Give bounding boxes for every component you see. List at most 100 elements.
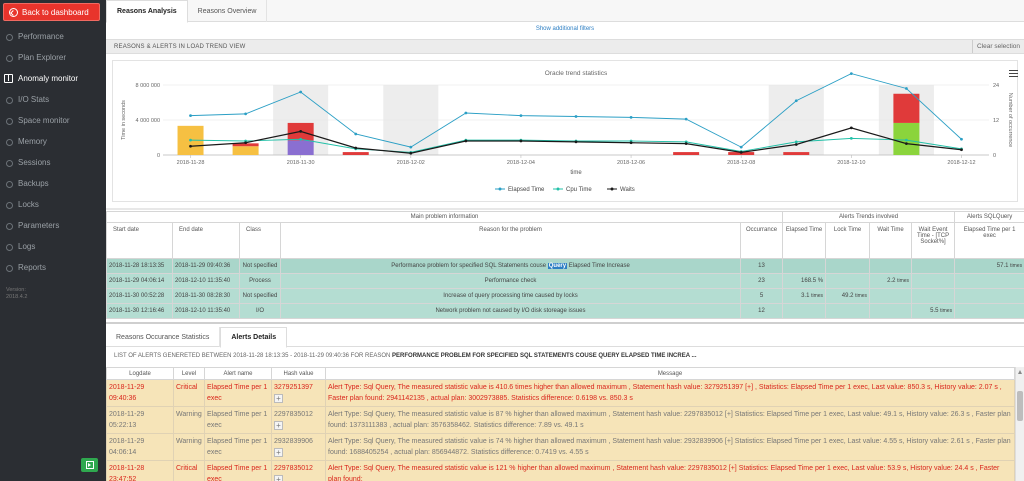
alerts-table: Logdate Level Alert name Hash value Message …: [106, 367, 1015, 481]
sidebar-item-memory[interactable]: Memory: [0, 131, 106, 151]
alert-row[interactable]: 2018-11-29 05:22:13 Warning Elapsed Time p…: [106, 406, 1015, 434]
occurrance-cell-value: 23: [758, 278, 765, 284]
chart-menu-icon[interactable]: [1009, 70, 1018, 77]
reason-row[interactable]: 2018-11-30 00:52:28 2018-11-30 08:28:30 No…: [106, 288, 1024, 304]
sidebar-item-i-o-stats[interactable]: I/O Stats: [0, 89, 106, 109]
play-icon: [85, 461, 94, 469]
lock-time-cell: [825, 303, 871, 319]
sidebar-item-space-monitor[interactable]: Space monitor: [0, 110, 106, 130]
elapsed-time-cell: [782, 258, 827, 274]
column-header-start-date[interactable]: Start date: [106, 222, 173, 259]
tab-reasons-overview[interactable]: Reasons Overview: [188, 0, 268, 22]
scrollbar-thumb[interactable]: [1017, 391, 1023, 421]
reason-highlight: Query: [547, 263, 568, 269]
y-axis-label-right: Number of occurrence: [1007, 93, 1013, 147]
alert-row[interactable]: 2018-11-28 23:47:52 Critical Elapsed Time …: [106, 460, 1015, 481]
elapsed-per-exec-cell-unit: times: [1010, 263, 1023, 269]
sidebar-item-backups[interactable]: Backups: [0, 173, 106, 193]
reason-row[interactable]: 2018-11-30 12:16:46 2018-12-10 11:35:40 I/…: [106, 303, 1024, 319]
column-header-elapsed-time[interactable]: Elapsed Time: [782, 222, 827, 259]
stacked-bar-segment: [287, 140, 314, 155]
y-tick-label-right: 24: [993, 83, 999, 89]
back-to-dashboard-button[interactable]: Back to dashboard: [3, 3, 100, 21]
class-cell: Not specified: [239, 288, 281, 304]
expand-plus-icon[interactable]: +: [274, 447, 283, 457]
alerts-title-prefix: LIST OF ALERTS GENERETED BETWEEN 2018-11…: [114, 353, 391, 359]
y-tick-label-left: 8 000 000: [136, 83, 160, 89]
column-header-message[interactable]: Message: [325, 367, 1015, 380]
column-header-class[interactable]: Class: [239, 222, 281, 259]
wait-time-cell-value: 2.2: [887, 278, 896, 284]
column-header-occurrance[interactable]: Occurrance: [739, 222, 784, 259]
column-header-level[interactable]: Level: [173, 367, 205, 380]
legend-label: Elapsed Time: [508, 187, 545, 193]
tab-alerts-details[interactable]: Alerts Details: [220, 327, 288, 348]
legend-swatch-dot: [610, 187, 614, 191]
sidebar-item-label: Anomaly monitor: [18, 73, 79, 83]
reason-row[interactable]: 2018-11-28 18:13:35 2018-11-29 09:40:36 No…: [106, 258, 1024, 274]
column-header-reason[interactable]: Reason for the problem: [280, 222, 741, 259]
message-cell: Alert Type: Sql Query, The measured stat…: [325, 406, 1015, 434]
column-header-alert-name[interactable]: Alert name: [204, 367, 272, 380]
sidebar-item-plan-explorer[interactable]: Plan Explorer: [0, 47, 106, 67]
group-header-sql: Alerts SQLQuery: [954, 211, 1024, 223]
start-date-cell: 2018-11-29 04:06:14: [106, 273, 173, 289]
hash-value-text: 3279251397: [274, 384, 313, 391]
sidebar-item-logs[interactable]: Logs: [0, 236, 106, 256]
series-point: [189, 114, 192, 118]
column-header-end-date[interactable]: End date: [172, 222, 240, 259]
series-point: [849, 136, 853, 140]
sidebar-item-reports[interactable]: Reports: [0, 257, 106, 277]
message-cell: Alert Type: Sql Query, The measured stat…: [325, 433, 1015, 461]
expand-plus-icon[interactable]: +: [274, 474, 283, 481]
panel-divider[interactable]: [106, 322, 1024, 324]
series-point: [905, 87, 908, 90]
series-point: [299, 90, 303, 94]
sidebar-item-sessions[interactable]: Sessions: [0, 152, 106, 172]
sidebar-item-anomaly-monitor[interactable]: Anomaly monitor: [0, 68, 106, 88]
scroll-up-arrow-icon[interactable]: [1018, 370, 1022, 374]
class-cell-value: Not specified: [242, 263, 278, 269]
column-header-elapsed-per-exec[interactable]: Elapsed Time per 1 exec: [954, 222, 1024, 259]
sidebar-item-label: I/O Stats: [18, 94, 50, 104]
alerts-title: LIST OF ALERTS GENERETED BETWEEN 2018-11…: [114, 353, 697, 359]
column-header-logdate[interactable]: Logdate: [106, 367, 174, 380]
column-header-lock-time[interactable]: Lock Time: [825, 222, 871, 259]
sidebar-item-performance[interactable]: Performance: [0, 26, 106, 46]
series-point: [519, 139, 523, 143]
sidebar-item-label: Reports: [18, 262, 47, 272]
circle-icon: [4, 53, 13, 62]
expand-plus-icon[interactable]: +: [274, 420, 283, 430]
message-cell: Alert Type: Sql Query, The measured stat…: [325, 379, 1015, 407]
sidebar-item-label: Plan Explorer: [18, 52, 67, 62]
sidebar-item-locks[interactable]: Locks: [0, 194, 106, 214]
class-cell: Process: [239, 273, 281, 289]
column-header-hash-value[interactable]: Hash value: [271, 367, 326, 380]
trend-chart: 0 4 000 000 8 000 000 0 12 24 Oracle trend sta…: [112, 60, 1018, 202]
series-point: [684, 142, 688, 146]
expand-plus-icon[interactable]: +: [274, 393, 283, 403]
sidebar-item-parameters[interactable]: Parameters: [0, 215, 106, 235]
column-header-wait-time[interactable]: Wait Time: [869, 222, 913, 259]
reason-row[interactable]: 2018-11-29 04:06:14 2018-12-10 11:35:40 Pr…: [106, 273, 1024, 289]
reason-cell: Increase of query processing time caused…: [280, 288, 741, 304]
launch-button[interactable]: [81, 458, 98, 472]
column-header-wait-event-time[interactable]: Wait Event Time - [TCP Socket%]: [911, 222, 956, 259]
tab-reasons-analysis[interactable]: Reasons Analysis: [106, 0, 188, 23]
x-tick-label: 2018-12-10: [837, 160, 865, 166]
alert-row[interactable]: 2018-11-29 04:06:14 Warning Elapsed Time p…: [106, 433, 1015, 461]
clear-selection-button[interactable]: Clear selection: [972, 40, 1024, 53]
tab-reasons-occurance-statistics[interactable]: Reasons Occurance Statistics: [106, 327, 221, 347]
alert-row[interactable]: 2018-11-29 09:40:36 Critical Elapsed Time …: [106, 379, 1015, 407]
alerts-scrollbar[interactable]: [1015, 367, 1024, 481]
series-point: [960, 137, 963, 141]
series-point: [464, 111, 468, 115]
sidebar-item-label: Performance: [18, 31, 64, 41]
series-point: [189, 138, 192, 142]
occurrance-cell-value: 5: [759, 293, 764, 299]
show-additional-filters-link[interactable]: Show additional filters: [106, 26, 1024, 32]
start-date-cell: 2018-11-30 00:52:28: [106, 288, 173, 304]
stacked-bar-segment: [232, 146, 259, 155]
class-cell-value: Not specified: [242, 293, 278, 299]
circle-icon: [4, 242, 13, 251]
